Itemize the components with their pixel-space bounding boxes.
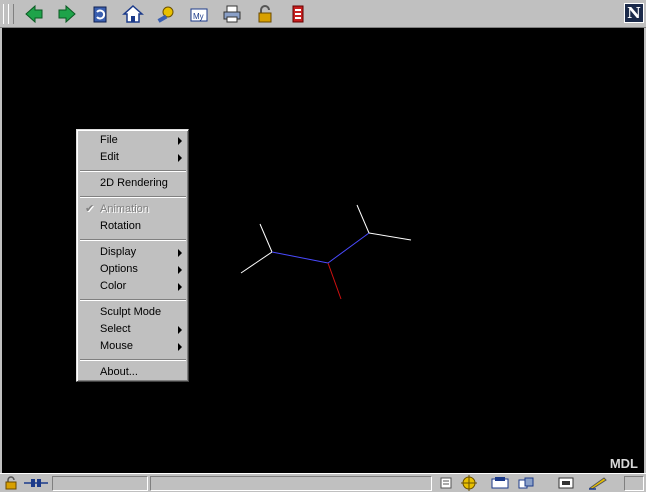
home-button[interactable]: [121, 3, 145, 25]
bond: [240, 251, 273, 274]
menu-item-label: Animation: [100, 203, 149, 215]
stop-icon: [292, 5, 304, 23]
menu-item-label: Rotation: [100, 220, 141, 232]
menu-item-display[interactable]: Display: [80, 244, 186, 261]
bond: [327, 232, 370, 264]
submenu-arrow-icon: [178, 266, 182, 274]
checkmark-icon: ✔: [85, 203, 95, 215]
print-button[interactable]: [220, 3, 244, 25]
submenu-arrow-icon: [178, 326, 182, 334]
menu-item-sculpt-mode[interactable]: Sculpt Mode: [80, 304, 186, 321]
forward-icon: [58, 4, 76, 24]
reload-button[interactable]: [88, 3, 112, 25]
mail-icon[interactable]: [490, 475, 510, 491]
menu-item-animation: ✔ Animation: [80, 201, 186, 218]
menu-item-2d-rendering[interactable]: 2D Rendering: [80, 175, 186, 192]
navigation-toolbar: My N: [0, 0, 646, 28]
menu-separator: [80, 299, 186, 301]
menu-item-label: 2D Rendering: [100, 177, 168, 189]
newsgroups-icon[interactable]: [516, 475, 536, 491]
menu-item-file[interactable]: File: [80, 132, 186, 149]
menu-item-label: Edit: [100, 151, 119, 163]
toolbar-grip-secondary[interactable]: [8, 4, 14, 24]
stop-button[interactable]: [286, 3, 310, 25]
bond: [356, 204, 370, 234]
address-book-icon[interactable]: [556, 475, 576, 491]
menu-item-label: Mouse: [100, 340, 134, 352]
submenu-arrow-icon: [178, 154, 182, 162]
submenu-arrow-icon: [178, 283, 182, 291]
menu-item-select[interactable]: Select: [80, 321, 186, 338]
menu-separator: [80, 170, 186, 172]
menu-item-options[interactable]: Options: [80, 261, 186, 278]
my-netscape-button[interactable]: My: [187, 3, 211, 25]
home-icon: [122, 4, 144, 23]
status-panel-message: [150, 476, 432, 491]
menu-item-rotation[interactable]: Rotation: [80, 218, 186, 235]
status-panel-resize[interactable]: [624, 476, 644, 491]
menu-item-label: Display: [100, 246, 137, 258]
search-icon: [157, 6, 174, 23]
reload-icon: [93, 6, 107, 23]
netscape-logo: N: [624, 3, 644, 23]
submenu-arrow-icon: [178, 137, 182, 145]
print-icon: [223, 5, 241, 23]
navigator-icon[interactable]: [456, 475, 482, 491]
submenu-arrow-icon: [178, 343, 182, 351]
menu-item-label: About...: [100, 366, 138, 378]
composer-icon[interactable]: [588, 475, 608, 491]
bond: [327, 262, 342, 300]
connection-status-icon[interactable]: [22, 475, 50, 491]
search-button[interactable]: [154, 3, 178, 25]
my-netscape-icon: My: [190, 8, 208, 22]
security-button[interactable]: [253, 3, 277, 25]
security-status-icon[interactable]: [1, 475, 21, 491]
security-lock-icon: [258, 5, 272, 23]
menu-separator: [80, 359, 186, 361]
back-button[interactable]: [22, 3, 46, 25]
status-panel-progress: [52, 476, 148, 491]
menu-item-about[interactable]: About...: [80, 364, 186, 381]
menu-item-label: Color: [100, 280, 127, 292]
menu-separator: [80, 239, 186, 241]
menu-item-label: File: [100, 134, 118, 146]
bond: [271, 251, 329, 264]
mdl-watermark: MDL: [609, 456, 638, 471]
back-icon: [25, 4, 43, 24]
menu-item-edit[interactable]: Edit: [80, 149, 186, 166]
molecule-bonds: [240, 204, 412, 300]
context-menu: File Edit 2D Rendering ✔ Animation Rotat…: [76, 129, 189, 382]
submenu-arrow-icon: [178, 249, 182, 257]
menu-item-label: Options: [100, 263, 138, 275]
status-bar: [0, 473, 646, 492]
menu-item-label: Sculpt Mode: [100, 306, 162, 318]
menu-item-color[interactable]: Color: [80, 278, 186, 295]
bond: [368, 232, 412, 241]
menu-item-mouse[interactable]: Mouse: [80, 338, 186, 355]
svg-text:My: My: [193, 12, 204, 21]
menu-separator: [80, 196, 186, 198]
bond: [259, 223, 273, 253]
menu-item-label: Select: [100, 323, 131, 335]
list-icon[interactable]: [436, 475, 456, 491]
forward-button[interactable]: [55, 3, 79, 25]
